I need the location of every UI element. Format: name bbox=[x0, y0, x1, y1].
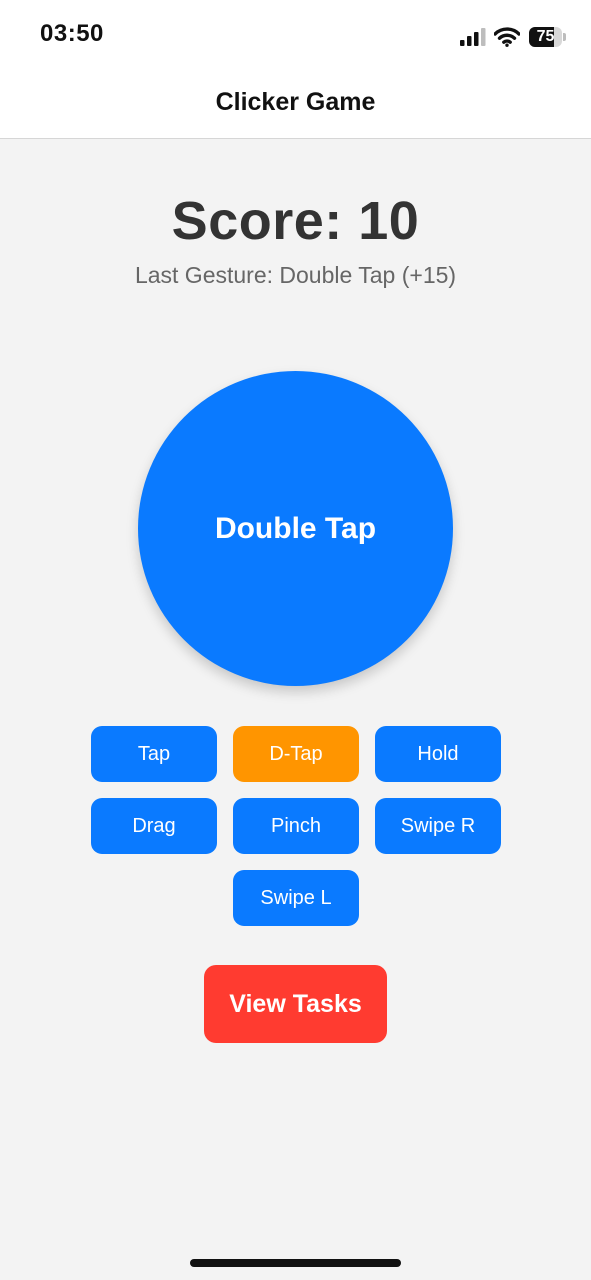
battery-percentage: 75 bbox=[536, 28, 555, 45]
gesture-button-swipe-right[interactable]: Swipe R bbox=[375, 798, 501, 854]
gesture-button-tap[interactable]: Tap bbox=[91, 726, 217, 782]
gesture-button-swipe-left[interactable]: Swipe L bbox=[233, 870, 359, 926]
battery-body: 75 bbox=[529, 27, 562, 47]
gesture-button-hold[interactable]: Hold bbox=[375, 726, 501, 782]
view-tasks-button[interactable]: View Tasks bbox=[204, 965, 387, 1043]
gesture-target-label: Double Tap bbox=[214, 511, 377, 545]
gesture-button-grid: Tap D-Tap Hold Drag Pinch Swipe R Swipe … bbox=[91, 726, 501, 926]
battery-icon: 75 bbox=[529, 27, 567, 47]
gesture-button-drag[interactable]: Drag bbox=[91, 798, 217, 854]
gesture-button-pinch[interactable]: Pinch bbox=[233, 798, 359, 854]
score-display: Score: 10 bbox=[171, 191, 420, 251]
gesture-target-circle[interactable]: Double Tap bbox=[138, 371, 453, 686]
gesture-button-d-tap[interactable]: D-Tap bbox=[233, 726, 359, 782]
status-icons: 75 bbox=[460, 24, 567, 50]
cellular-signal-icon bbox=[460, 28, 486, 46]
home-indicator bbox=[190, 1259, 401, 1267]
top-bar: 03:50 75 Clicker Game bbox=[0, 0, 591, 139]
wifi-icon bbox=[494, 27, 520, 47]
battery-cap bbox=[563, 33, 566, 41]
last-gesture-text: Last Gesture: Double Tap (+15) bbox=[134, 262, 457, 288]
page-title: Clicker Game bbox=[215, 88, 376, 116]
status-time: 03:50 bbox=[40, 20, 104, 47]
